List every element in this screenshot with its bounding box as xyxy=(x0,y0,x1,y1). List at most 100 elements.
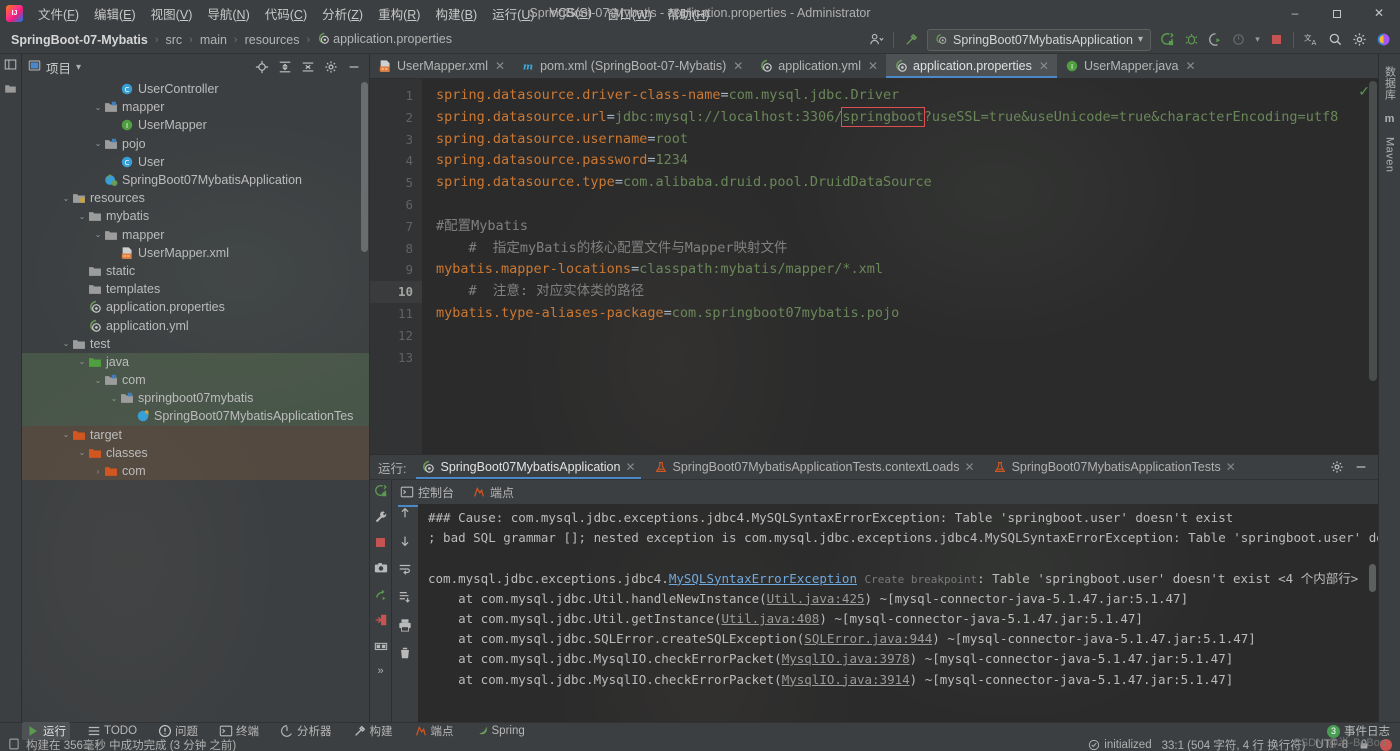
tree-row[interactable]: SpringBoot07MybatisApplicationTes xyxy=(22,407,369,426)
code-line[interactable] xyxy=(436,325,1378,347)
tree-row[interactable]: ⌄ resources xyxy=(22,189,369,207)
source-link[interactable]: Util.java:425 xyxy=(767,591,865,606)
gutter-line-number[interactable]: 4 xyxy=(370,150,422,172)
tree-row[interactable]: ⌄ mapper xyxy=(22,226,369,244)
more-actions-icon[interactable]: » xyxy=(377,665,383,677)
profile-icon[interactable] xyxy=(1228,29,1250,51)
tree-row[interactable]: application.properties xyxy=(22,298,369,316)
project-settings-gear-icon[interactable] xyxy=(320,56,342,78)
close-tab-icon[interactable]: ✕ xyxy=(495,59,505,73)
code-line[interactable]: # 注意: 对应实体类的路径 xyxy=(436,281,1378,303)
code-line[interactable]: mybatis.mapper-locations=classpath:mybat… xyxy=(436,259,1378,281)
notification-indicator-icon[interactable] xyxy=(1380,739,1392,751)
tree-toggle-arrow[interactable]: ⌄ xyxy=(92,229,104,241)
chevron-down-icon[interactable]: ▾ xyxy=(76,62,81,73)
scroll-down-icon[interactable] xyxy=(398,534,412,553)
create-breakpoint-hint[interactable]: Create breakpoint xyxy=(865,573,978,586)
tree-row[interactable]: ⌄ mybatis xyxy=(22,207,369,225)
code-line[interactable]: spring.datasource.url=jdbc:mysql://local… xyxy=(436,106,1378,129)
console-subtab-0[interactable]: 控制台 xyxy=(398,481,457,507)
tree-row[interactable]: <> UserMapper.xml xyxy=(22,244,369,262)
close-button[interactable]: ✕ xyxy=(1358,0,1400,26)
code-line[interactable]: spring.datasource.username=root xyxy=(436,129,1378,151)
soft-wrap-icon[interactable] xyxy=(398,562,412,581)
source-link[interactable]: SQLError.java:944 xyxy=(804,631,932,646)
tree-row[interactable]: ⌄ springboot07mybatis xyxy=(22,389,369,408)
tree-row[interactable]: C User xyxy=(22,153,369,171)
run-configuration-selector[interactable]: SpringBoot07MybatisApplication ▾ xyxy=(927,28,1151,51)
console-scrollbar[interactable] xyxy=(1369,564,1376,592)
profile-dropdown-icon[interactable]: ▾ xyxy=(1252,29,1263,51)
console-line[interactable]: ### Cause: com.mysql.jdbc.exceptions.jdb… xyxy=(428,508,1378,528)
editor-tab-2[interactable]: application.yml ✕ xyxy=(751,54,886,78)
console-line-selected[interactable]: com.mysql.jdbc.exceptions.jdbc4.MySQLSyn… xyxy=(428,569,1378,589)
menu-item-1[interactable]: 编辑(E) xyxy=(87,1,143,26)
wrench-icon[interactable] xyxy=(374,510,388,529)
gutter-line-number[interactable]: 8 xyxy=(370,238,422,260)
build-status-message[interactable]: 构建在 356毫秒 中成功完成 (3 分钟 之前) xyxy=(26,737,236,751)
build-hammer-icon[interactable] xyxy=(900,29,922,51)
tree-toggle-arrow[interactable]: ⌄ xyxy=(92,101,104,113)
editor-area[interactable]: 1 2 3 4 5 6 7 8 9 10 11 12 13 spring.datasource.driv… xyxy=(370,79,1378,454)
project-tree-scrollbar[interactable] xyxy=(361,82,368,252)
menu-item-4[interactable]: 代码(C) xyxy=(258,1,314,26)
trash-icon[interactable] xyxy=(398,646,412,665)
source-link[interactable]: MysqlIO.java:3914 xyxy=(782,672,910,687)
code-line[interactable]: spring.datasource.driver-class-name=com.… xyxy=(436,85,1378,107)
hide-run-panel-icon[interactable] xyxy=(1350,456,1372,478)
close-tab-icon[interactable]: ✕ xyxy=(1185,59,1195,73)
ide-help-icon[interactable] xyxy=(1372,29,1394,51)
console-stack-line[interactable]: at com.mysql.jdbc.Util.handleNewInstance… xyxy=(428,589,1378,609)
code-line[interactable]: # 指定myBatis的核心配置文件与Mapper映射文件 xyxy=(436,238,1378,260)
tree-row[interactable]: › com xyxy=(22,461,369,481)
collapse-all-icon[interactable] xyxy=(297,56,319,78)
console-subtab-1[interactable]: 端点 xyxy=(470,481,516,504)
breadcrumb-item-3[interactable]: resources xyxy=(242,32,303,48)
chevron-down-icon[interactable]: ▾ xyxy=(1138,34,1143,45)
close-tab-icon[interactable]: ✕ xyxy=(868,59,878,73)
close-run-tab-icon[interactable]: ✕ xyxy=(965,460,975,474)
editor-tab-0[interactable]: <> UserMapper.xml ✕ xyxy=(370,54,513,78)
gutter-line-number[interactable]: 6 xyxy=(370,194,422,216)
tree-toggle-arrow[interactable]: ⌄ xyxy=(60,429,72,441)
close-tab-icon[interactable]: ✕ xyxy=(1039,59,1049,73)
status-tool-7[interactable]: Spring xyxy=(471,723,529,739)
run-tab-0[interactable]: SpringBoot07MybatisApplication ✕ xyxy=(412,455,644,479)
code-line[interactable] xyxy=(436,194,1378,216)
scroll-to-end-icon[interactable] xyxy=(398,590,412,609)
tree-toggle-arrow[interactable]: ⌄ xyxy=(60,338,72,350)
breadcrumb-item-4[interactable]: application.properties xyxy=(314,31,455,49)
menu-item-5[interactable]: 分析(Z) xyxy=(315,1,370,26)
run-settings-gear-icon[interactable] xyxy=(1326,456,1348,478)
gutter-line-number[interactable]: 11 xyxy=(370,303,422,325)
menu-item-10[interactable]: 窗口(W) xyxy=(600,1,659,26)
tree-row[interactable]: static xyxy=(22,262,369,280)
caret-position[interactable]: 33:1 (504 字符, 4 行 换行符) xyxy=(1162,737,1306,751)
exception-link[interactable]: MySQLSyntaxErrorException xyxy=(669,571,857,586)
tree-row[interactable]: ⌄ pojo xyxy=(22,135,369,153)
editor-tab-4[interactable]: I UserMapper.java ✕ xyxy=(1057,54,1204,78)
tree-row[interactable]: SpringBoot07MybatisApplication xyxy=(22,171,369,189)
gutter-line-number[interactable]: 3 xyxy=(370,129,422,151)
minimize-button[interactable]: – xyxy=(1274,0,1316,26)
tree-toggle-arrow[interactable]: ⌄ xyxy=(76,356,88,368)
tree-row[interactable]: I UserMapper xyxy=(22,116,369,134)
expand-all-icon[interactable] xyxy=(274,56,296,78)
tree-toggle-arrow[interactable]: › xyxy=(92,465,104,477)
print-icon[interactable] xyxy=(398,618,412,637)
gutter-line-number[interactable]: 12 xyxy=(370,325,422,347)
menu-item-3[interactable]: 导航(N) xyxy=(200,1,256,26)
encoding-label[interactable]: UTF-8 xyxy=(1315,739,1348,751)
editor-code[interactable]: spring.datasource.driver-class-name=com.… xyxy=(422,79,1378,454)
status-tool-3[interactable]: 终端 xyxy=(215,722,263,740)
console-stack-line[interactable]: at com.mysql.jdbc.MysqlIO.checkErrorPack… xyxy=(428,649,1378,669)
run-with-coverage-icon[interactable] xyxy=(1204,29,1226,51)
tree-toggle-arrow[interactable]: ⌄ xyxy=(108,392,120,404)
menu-item-2[interactable]: 视图(V) xyxy=(144,1,200,26)
editor-gutter[interactable]: 1 2 3 4 5 6 7 8 9 10 11 12 13 xyxy=(370,79,422,454)
event-log-button[interactable]: 3 事件日志 xyxy=(1327,723,1390,739)
editor-tab-3[interactable]: application.properties ✕ xyxy=(886,54,1057,78)
settings-gear-icon[interactable] xyxy=(1348,29,1370,51)
code-line[interactable]: #配置Mybatis xyxy=(436,216,1378,238)
rerun-icon[interactable] xyxy=(374,484,388,503)
